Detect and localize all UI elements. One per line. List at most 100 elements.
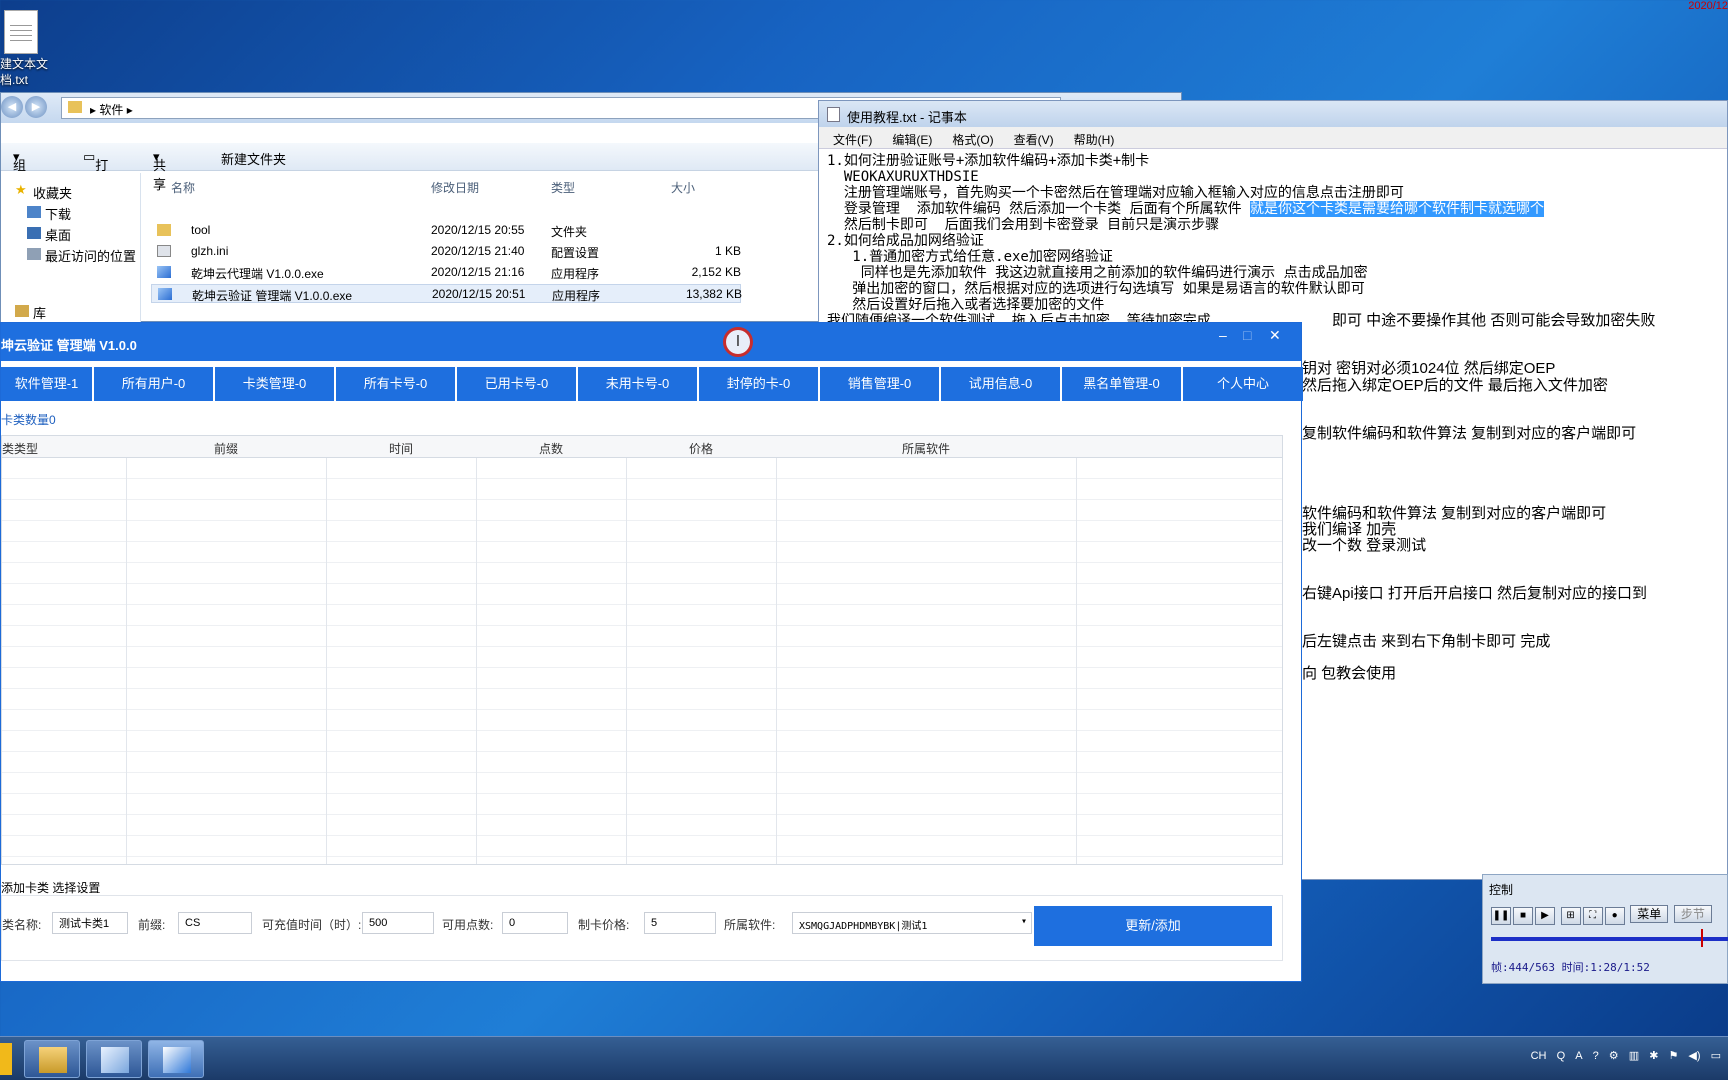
organize-button[interactable]: 组织 ▾ xyxy=(13,149,26,192)
software-label: 所属软件: xyxy=(724,918,776,932)
text-line: 钥对 密钥对必须1024位 然后绑定OEP xyxy=(1302,360,1556,377)
forward-arrow-icon[interactable]: ▶ xyxy=(25,96,47,118)
file-type: 应用程序 xyxy=(552,289,601,303)
hours-label: 可充值时间（时）: xyxy=(262,918,362,932)
prefix-input[interactable] xyxy=(178,912,252,934)
taskbar-app-button[interactable] xyxy=(148,1040,204,1078)
taskbar: CH Q A ? ⚙ ▥ ✱ ⚑ ◀) ▭ xyxy=(0,1036,1728,1080)
start-button[interactable] xyxy=(0,1043,12,1075)
tab-all-cards[interactable]: 所有卡号-0 xyxy=(336,367,455,401)
sidebar-item-recent[interactable]: 最近访问的位置 xyxy=(27,246,136,265)
back-arrow-icon[interactable]: ◀ xyxy=(1,96,23,118)
network-icon[interactable]: ▥ xyxy=(1629,1049,1639,1062)
column-type[interactable]: 类型 xyxy=(551,179,575,196)
software-select[interactable]: XSMQGJADPHDMBYBK|测试1 ▾ xyxy=(792,912,1032,934)
playback-progress-track[interactable] xyxy=(1491,937,1728,941)
menu-file[interactable]: 文件(F) xyxy=(819,127,878,148)
table-body[interactable] xyxy=(2,458,1282,864)
hours-input[interactable] xyxy=(362,912,434,934)
maximize-button[interactable]: □ xyxy=(1243,327,1251,343)
header-points[interactable]: 点数 xyxy=(476,440,626,457)
fullscreen-icon[interactable]: ⛶ xyxy=(1582,907,1603,925)
minimize-button[interactable]: – xyxy=(1219,327,1227,343)
software-selected-value: XSMQGJADPHDMBYBK|测试1 xyxy=(799,921,928,932)
tab-blacklist[interactable]: 黑名单管理-0 xyxy=(1062,367,1181,401)
display-icon[interactable]: ▭ xyxy=(1711,1049,1721,1062)
menu-format[interactable]: 格式(O) xyxy=(938,127,999,148)
header-prefix[interactable]: 前缀 xyxy=(126,440,326,457)
header-price[interactable]: 价格 xyxy=(626,440,776,457)
open-button[interactable]: ▭ 打开 xyxy=(83,149,108,192)
bluetooth-icon[interactable]: ✱ xyxy=(1649,1049,1658,1062)
file-row[interactable]: tool 2020/12/15 20:55 文件夹 xyxy=(151,221,741,240)
tab-personal-center[interactable]: 个人中心 xyxy=(1183,367,1303,401)
search-icon[interactable]: Q xyxy=(1557,1050,1566,1062)
column-name[interactable]: 名称 xyxy=(171,179,195,196)
points-input[interactable] xyxy=(502,912,568,934)
file-type: 配置设置 xyxy=(551,246,600,260)
ime-icon[interactable]: A xyxy=(1575,1050,1582,1062)
menu-button[interactable]: 菜单 xyxy=(1630,905,1669,923)
stop-icon[interactable]: ■ xyxy=(1513,907,1533,925)
desktop-text-file[interactable]: 建文本文 档.txt xyxy=(0,10,60,88)
card-type-name-input[interactable] xyxy=(52,912,128,934)
help-icon[interactable]: ? xyxy=(1593,1050,1599,1062)
download-folder-icon xyxy=(27,206,41,218)
tab-unused-cards[interactable]: 未用卡号-0 xyxy=(578,367,697,401)
chevron-down-icon: ▾ xyxy=(1020,916,1027,927)
pause-icon[interactable]: ❚❚ xyxy=(1491,907,1511,925)
tab-all-users[interactable]: 所有用户-0 xyxy=(94,367,213,401)
tab-trial-info[interactable]: 试用信息-0 xyxy=(941,367,1060,401)
playback-status: 帧:444/563 时间:1:28/1:52 xyxy=(1491,961,1650,974)
close-button[interactable]: ✕ xyxy=(1269,327,1281,344)
pointer-icon[interactable]: ● xyxy=(1604,907,1625,925)
column-date[interactable]: 修改日期 xyxy=(431,179,479,196)
sidebar-item-desktop[interactable]: 桌面 xyxy=(27,225,71,244)
share-button[interactable]: 共享 ▾ xyxy=(153,149,166,192)
tab-card-types[interactable]: 卡类管理-0 xyxy=(215,367,334,401)
header-time[interactable]: 时间 xyxy=(326,440,476,457)
sidebar-item-library[interactable]: 库 xyxy=(15,303,46,322)
sidebar-item-favorites[interactable]: ★ 收藏夹 xyxy=(15,182,72,202)
play-icon[interactable]: ▶ xyxy=(1535,907,1555,925)
file-type: 应用程序 xyxy=(551,267,600,281)
admin-app-window: 坤云验证 管理端 V1.0.0 I – □ ✕ 软件管理-1 所有用户-0 卡类… xyxy=(0,322,1303,982)
tab-banned-cards[interactable]: 封停的卡-0 xyxy=(699,367,818,401)
taskbar-notepad-button[interactable] xyxy=(86,1040,142,1078)
sidebar-item-downloads[interactable]: 下载 xyxy=(27,204,71,223)
settings-icon[interactable]: ⚙ xyxy=(1609,1049,1619,1062)
library-icon xyxy=(15,305,29,317)
table-header: 类类型 前缀 时间 点数 价格 所属软件 xyxy=(2,436,1282,458)
menu-view[interactable]: 查看(V) xyxy=(1000,127,1060,148)
tab-used-cards[interactable]: 已用卡号-0 xyxy=(457,367,576,401)
column-divider xyxy=(126,436,127,864)
notepad-text-area[interactable]: 1.如何注册验证账号+添加软件编码+添加卡类+制卡 WEOKAXURUXTHDS… xyxy=(827,153,1717,329)
text-line: 1.普通加密方式给任意.exe加密网络验证 xyxy=(827,249,1113,265)
header-type[interactable]: 类类型 xyxy=(2,440,62,457)
flag-icon[interactable]: ⚑ xyxy=(1668,1049,1678,1062)
header-software[interactable]: 所属软件 xyxy=(776,440,1076,457)
volume-icon[interactable]: ◀) xyxy=(1688,1049,1700,1062)
text-line: 复制软件编码和软件算法 复制到对应的客户端即可 xyxy=(1302,425,1637,442)
playback-position-marker[interactable] xyxy=(1701,929,1703,947)
fit-window-icon[interactable]: ⊞ xyxy=(1560,907,1581,925)
tab-software-manage[interactable]: 软件管理-1 xyxy=(1,367,92,401)
file-row[interactable]: 乾坤云代理端 V1.0.0.exe 2020/12/15 21:16 应用程序 … xyxy=(151,263,741,282)
file-row-selected[interactable]: 乾坤云验证 管理端 V1.0.0.exe 2020/12/15 20:51 应用… xyxy=(151,284,742,303)
new-folder-button[interactable]: 新建文件夹 xyxy=(221,149,286,168)
app-title: 坤云验证 管理端 V1.0.0 xyxy=(1,338,137,353)
path-segment[interactable]: 软件 xyxy=(99,103,123,117)
column-size[interactable]: 大小 xyxy=(671,179,695,196)
update-add-button[interactable]: 更新/添加 xyxy=(1034,906,1272,946)
tab-sales[interactable]: 销售管理-0 xyxy=(820,367,939,401)
step-button[interactable]: 步节 xyxy=(1673,905,1712,923)
price-input[interactable] xyxy=(644,912,716,934)
file-row[interactable]: glzh.ini 2020/12/15 21:40 配置设置 1 KB xyxy=(151,242,741,261)
text-line: 1.如何注册验证账号+添加软件编码+添加卡类+制卡 xyxy=(827,153,1150,169)
column-divider xyxy=(776,436,777,864)
taskbar-explorer-button[interactable] xyxy=(24,1040,80,1078)
menu-help[interactable]: 帮助(H) xyxy=(1060,127,1121,148)
language-indicator[interactable]: CH xyxy=(1531,1050,1547,1062)
menu-edit[interactable]: 编辑(E) xyxy=(878,127,938,148)
text-line: 2.如何给成品加网络验证 xyxy=(827,233,984,249)
